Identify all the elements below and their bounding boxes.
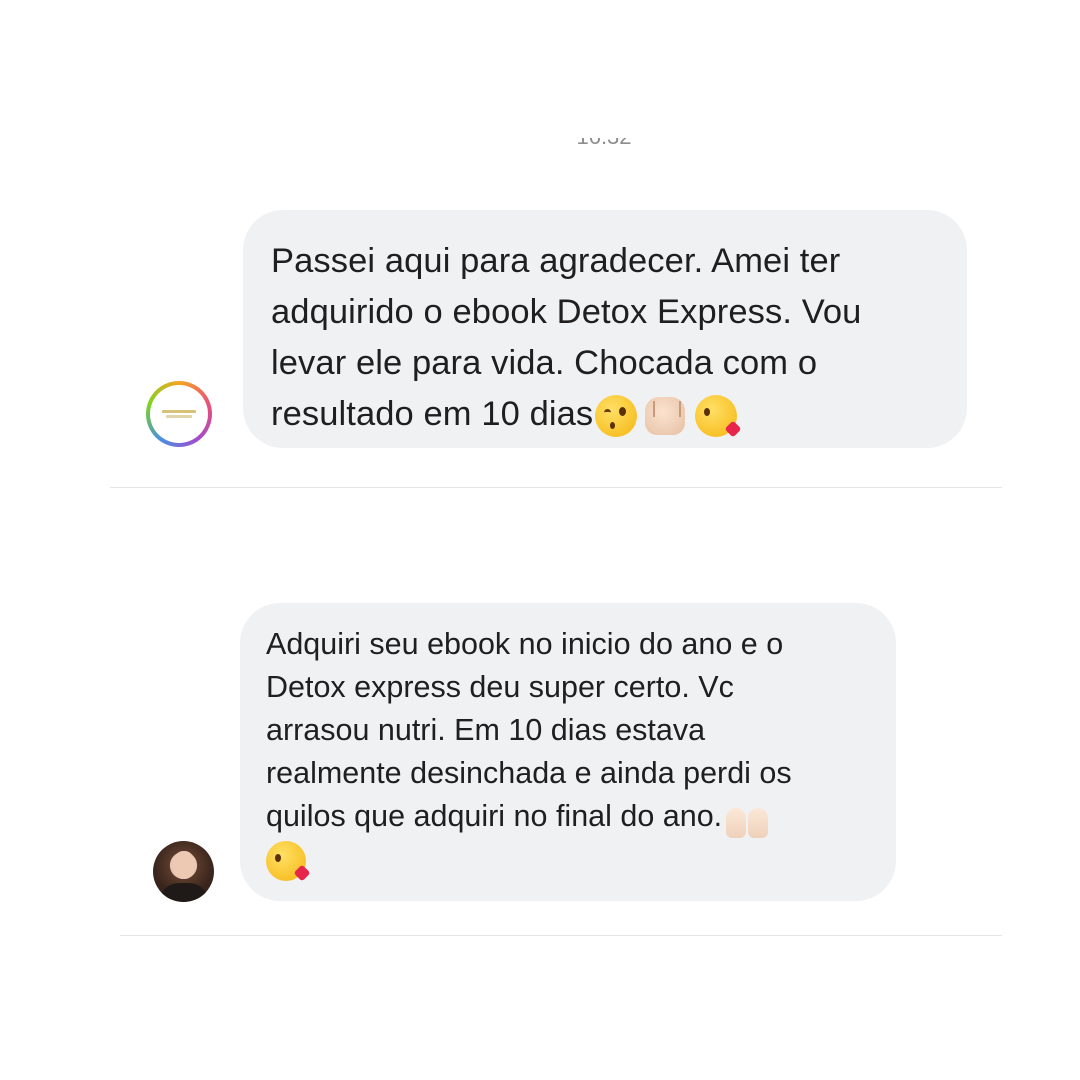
avatar-face [173,851,195,879]
avatar-body [159,883,209,902]
message-timestamp: 16:32 [0,138,1080,164]
message-text-line: Detox express deu super certo. Vc [266,670,734,704]
message-text-line: realmente desinchada e ainda perdi os [266,756,792,790]
message-text-line: adquirido o ebook Detox Express. Vou [271,293,862,331]
message-text-line: arrasou nutri. Em 10 dias estava [266,713,706,747]
winking-face-icon [595,394,638,437]
face-blowing-kiss-icon [266,840,306,881]
message-bubble[interactable]: Passei aqui para agradecer. Amei ter adq… [243,210,967,448]
message-emoji-line [266,838,872,881]
message-text-line: Adquiri seu ebook no inicio do ano e o [266,627,784,661]
message-text-segment: resultado em 10 dias [271,395,594,433]
message-text-line: quilos que adquiri no final do ano. [266,795,872,838]
message-divider [110,487,1002,488]
sender-avatar-logo[interactable] [146,381,212,447]
message-text-segment: quilos que adquiri no final do ano. [266,799,723,833]
message-text-line: Passei aqui para agradecer. Amei ter [271,242,841,280]
message-bubble[interactable]: Adquiri seu ebook no inicio do ano e o D… [240,603,896,901]
message-text-line: levar ele para vida. Chocada com o [271,344,818,382]
brand-logo-icon [150,385,208,443]
fist-bump-icon [645,396,686,435]
face-blowing-kiss-icon [695,394,738,437]
raising-hands-icon [724,798,770,838]
sender-avatar-photo[interactable] [153,841,214,902]
message-text-line-last: resultado em 10 dias [271,389,937,440]
message-divider [120,935,1002,936]
